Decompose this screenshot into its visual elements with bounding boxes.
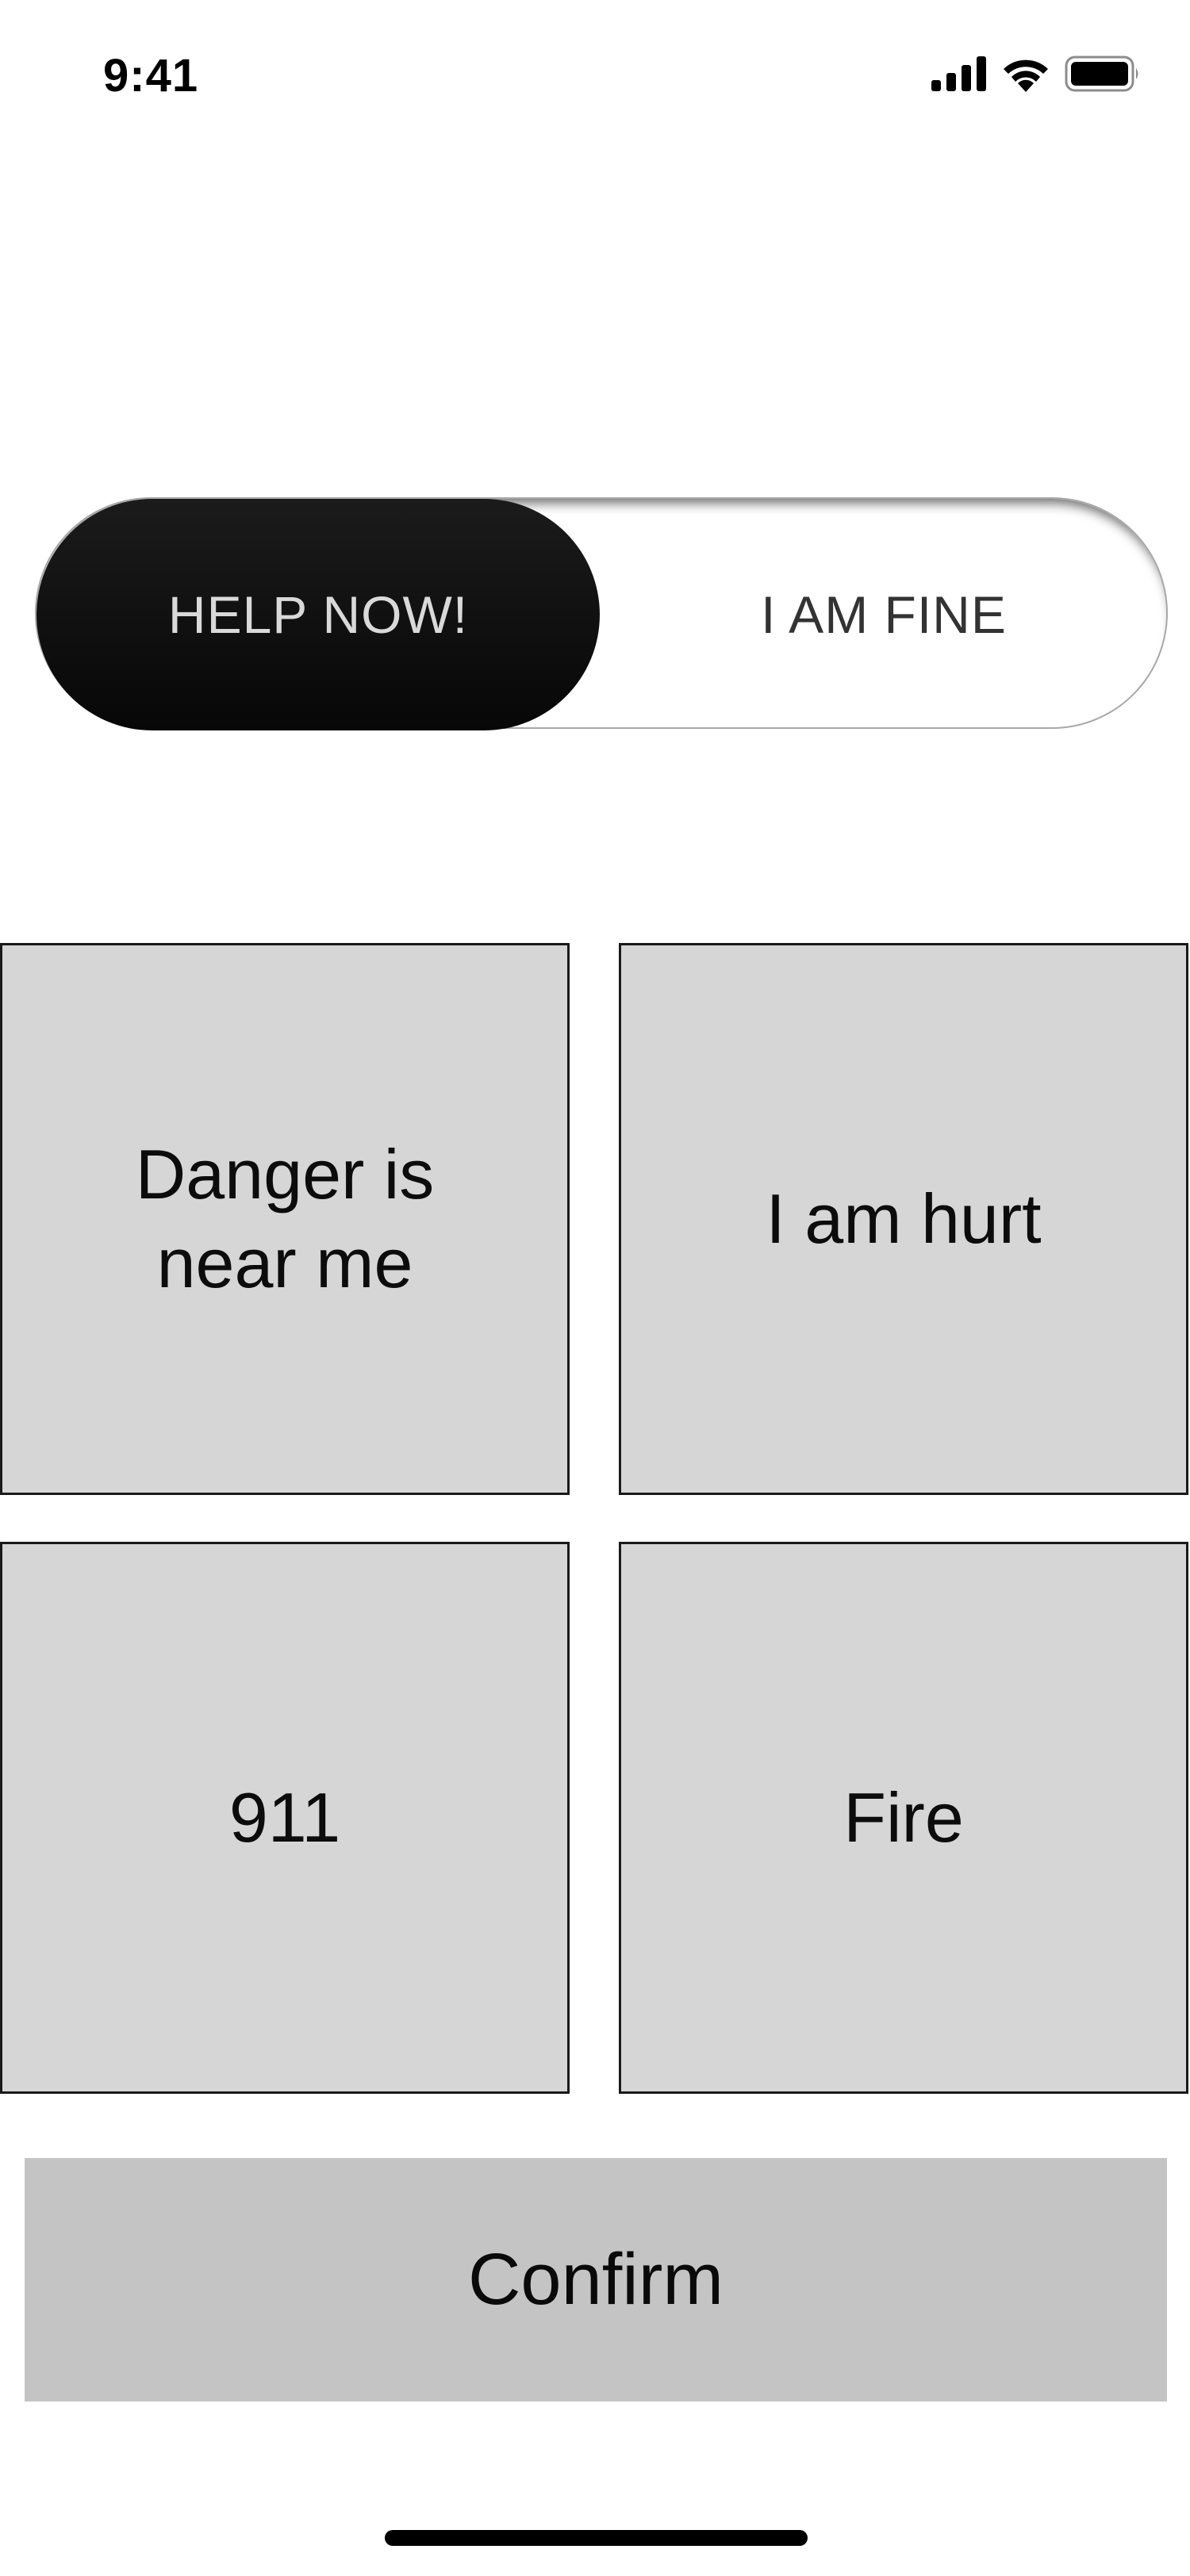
help-now-option[interactable]: HELP NOW! <box>36 499 600 730</box>
status-time: 9:41 <box>103 50 199 102</box>
option-label: Danger is near me <box>135 1135 435 1302</box>
option-911[interactable]: 911 <box>0 1542 570 2094</box>
i-am-fine-option[interactable]: I AM FINE <box>600 499 1168 730</box>
wifi-icon <box>1004 59 1048 92</box>
option-fire[interactable]: Fire <box>619 1542 1188 2094</box>
option-label: I am hurt <box>766 1179 1042 1258</box>
option-danger-near-me[interactable]: Danger is near me <box>0 943 570 1495</box>
confirm-button[interactable]: Confirm <box>25 2158 1167 2402</box>
help-status-toggle[interactable]: HELP NOW! I AM FINE <box>35 497 1168 730</box>
option-i-am-hurt[interactable]: I am hurt <box>619 943 1188 1495</box>
cellular-signal-icon <box>931 56 986 91</box>
option-label: Fire <box>843 1778 964 1857</box>
battery-icon <box>1065 56 1138 92</box>
home-indicator[interactable] <box>385 2530 808 2546</box>
option-label: 911 <box>228 1778 341 1857</box>
status-icons <box>931 52 1141 95</box>
